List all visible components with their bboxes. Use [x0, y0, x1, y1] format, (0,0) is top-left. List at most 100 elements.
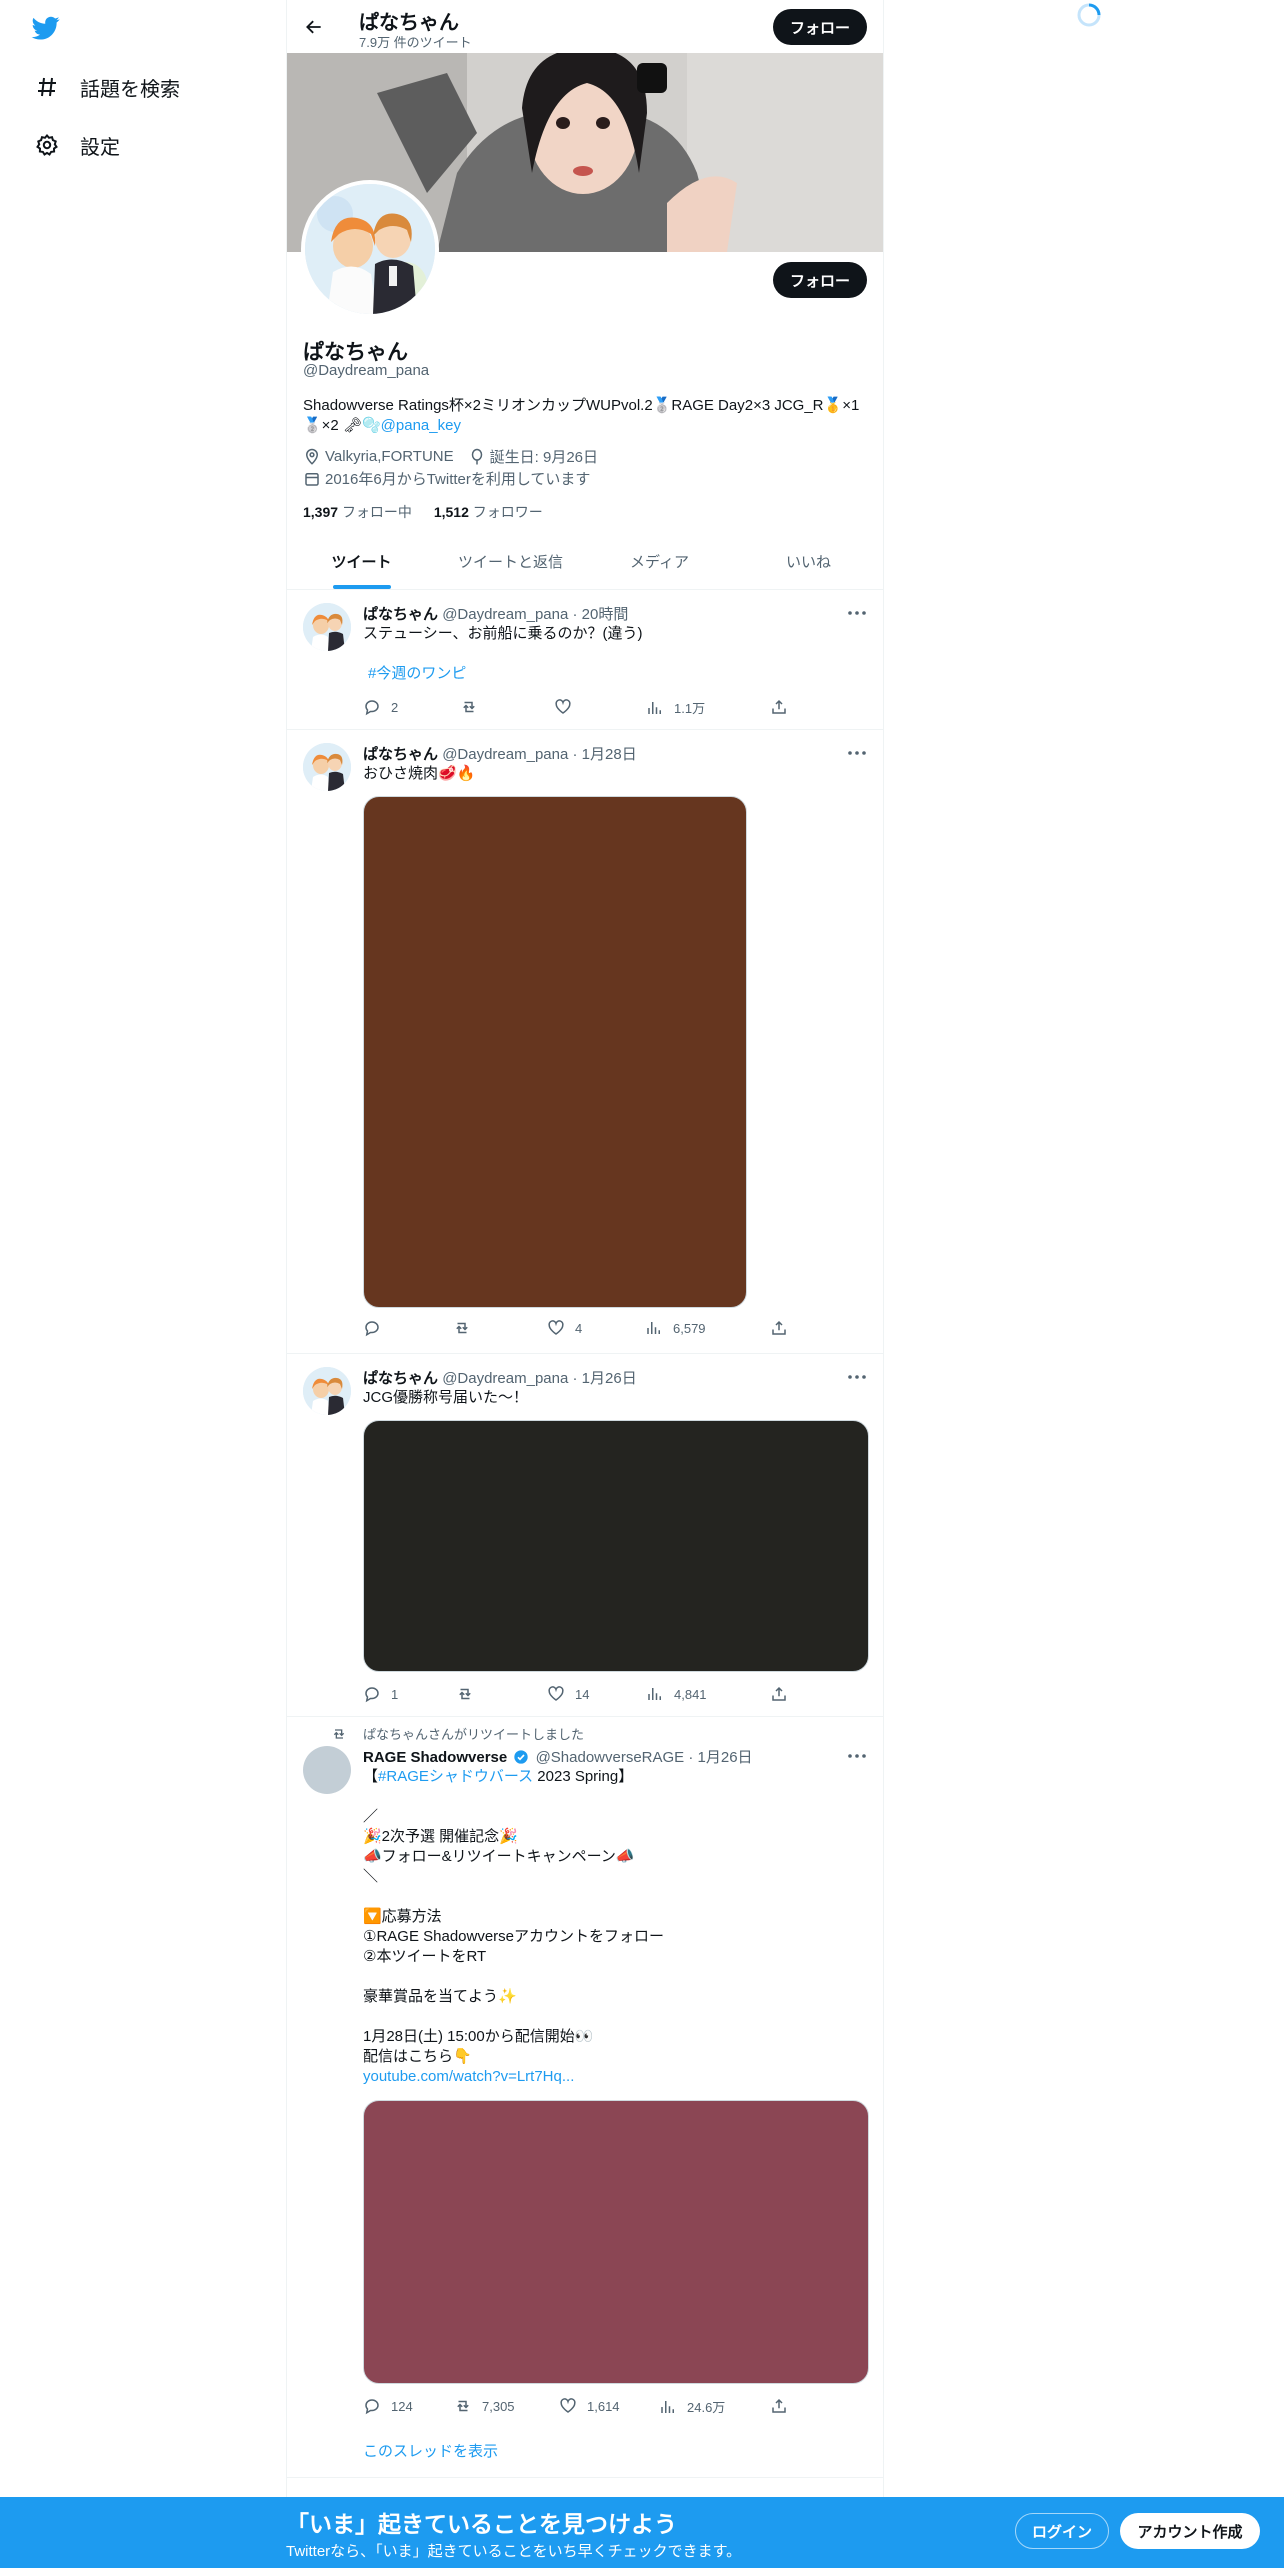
views-button[interactable]: 6,579	[645, 1319, 706, 1337]
tweet-author-name[interactable]: RAGE Shadowverse	[363, 1749, 507, 1766]
share-icon	[772, 1320, 786, 1335]
tweet-time[interactable]: 1月28日	[582, 746, 637, 763]
reply-button[interactable]: 124	[363, 2397, 413, 2415]
share-icon	[772, 1686, 786, 1701]
tweet-author-handle[interactable]: @Daydream_pana	[442, 606, 568, 623]
tweet-header: ぱなちゃん @Daydream_pana · 20時間	[363, 606, 629, 623]
tweet-author-handle[interactable]: @ShadowverseRAGE	[536, 1749, 685, 1766]
retweet-button[interactable]	[453, 1319, 481, 1337]
profile-bio: Shadowverse Ratings杯×2ミリオンカップWUPvol.2🥈RA…	[303, 396, 873, 436]
tweet-time[interactable]: 1月26日	[582, 1370, 637, 1387]
following-link[interactable]: 1,397 フォロー中	[303, 504, 412, 520]
more-icon[interactable]	[847, 603, 867, 623]
more-icon[interactable]	[847, 743, 867, 763]
reply-icon	[365, 1687, 379, 1703]
followers-count: 1,512	[433, 504, 469, 520]
more-icon[interactable]	[847, 1746, 867, 1766]
left-navigation: 話題を検索 設定	[0, 0, 286, 2568]
tweet-image[interactable]	[363, 796, 747, 1308]
like-button[interactable]: 1,614	[559, 2397, 620, 2415]
reply-button[interactable]	[363, 1319, 391, 1337]
tweet-actions: 124 7,305 1,614 24.6万	[363, 2397, 786, 2417]
profile-birthday-text: 誕生日: 9月26日	[489, 449, 599, 466]
retweet-button[interactable]	[456, 1685, 484, 1703]
views-button[interactable]: 4,841	[646, 1685, 707, 1703]
bio-mention-link[interactable]: @pana_key	[381, 417, 461, 434]
views-icon	[648, 701, 661, 714]
signup-button[interactable]: アカウント作成	[1120, 2513, 1260, 2549]
retweet-context: ぱなちゃんさんがリツイートしました	[333, 1724, 584, 1743]
profile-joined: 2016年6月からTwitterを利用しています	[303, 468, 590, 489]
tweet-avatar[interactable]	[303, 743, 351, 791]
tweet[interactable]: ぱなちゃんさんがリツイートしました RAGE Shadowverse @Shad…	[287, 1718, 883, 2478]
following-label: フォロー中	[341, 504, 412, 520]
profile-follow-button[interactable]: フォロー	[773, 262, 867, 298]
bio-line-1: Shadowverse Ratings杯×2ミリオンカップWUPvol.2🥈RA…	[303, 397, 860, 414]
views-icon	[661, 2400, 674, 2413]
nav-explore[interactable]: 話題を検索	[34, 67, 180, 107]
show-thread-link[interactable]: このスレッドを表示	[363, 2442, 863, 2462]
profile-location: Valkyria,FORTUNE	[303, 448, 454, 466]
tab-likes[interactable]: いいね	[734, 534, 883, 589]
tab-media[interactable]: メディア	[585, 534, 734, 589]
share-button[interactable]	[770, 698, 798, 716]
retweet-context-text[interactable]: ぱなちゃんさんがリツイートしました	[363, 1724, 584, 1743]
like-button[interactable]: 14	[547, 1685, 589, 1703]
retweet-icon	[333, 1728, 345, 1739]
tweet-avatar[interactable]	[303, 603, 351, 651]
tweet-text: ステューシー、お前船に乗るのか？(違う)	[363, 625, 643, 642]
tab-tweets[interactable]: ツイート	[287, 534, 436, 589]
tweet-author-name[interactable]: ぱなちゃん	[363, 746, 438, 763]
tweet-time[interactable]: 20時間	[582, 606, 629, 623]
tweet-actions: 2 1.1万	[363, 698, 786, 718]
following-count: 1,397	[303, 504, 339, 520]
tweet-avatar[interactable]	[303, 1746, 351, 1794]
views-button[interactable]: 24.6万	[659, 2397, 725, 2416]
tweet[interactable]: ぱなちゃん @Daydream_pana · 20時間 ステューシー、お前船に乗…	[287, 591, 883, 730]
share-button[interactable]	[770, 1685, 798, 1703]
tweet-author-handle[interactable]: @Daydream_pana	[442, 1370, 568, 1387]
share-button[interactable]	[770, 2397, 798, 2415]
tweet-author-name[interactable]: ぱなちゃん	[363, 1370, 438, 1387]
tweet-author-name[interactable]: ぱなちゃん	[363, 606, 438, 623]
tweet[interactable]: ぱなちゃん @Daydream_pana · 1月26日 JCG優勝称号届いた〜…	[287, 1355, 883, 1717]
tweet-header: ぱなちゃん @Daydream_pana · 1月28日	[363, 746, 637, 763]
tweet-hashtag-link[interactable]: #今週のワンピ	[368, 664, 868, 684]
header-name: ぱなちゃん	[359, 12, 459, 34]
header-tweet-count: 7.9万 件のツイート	[359, 35, 472, 50]
back-arrow-icon[interactable]	[299, 12, 329, 42]
views-button[interactable]: 1.1万	[646, 698, 705, 717]
reply-button[interactable]: 1	[363, 1685, 398, 1703]
tweet-avatar[interactable]	[303, 1367, 351, 1415]
tweet-time[interactable]: 1月26日	[698, 1749, 753, 1766]
retweet-button[interactable]: 7,305	[454, 2397, 515, 2415]
nav-settings[interactable]: 設定	[34, 125, 120, 165]
heart-icon	[560, 2398, 576, 2413]
tweet-header: RAGE Shadowverse @ShadowverseRAGE · 1月26…	[363, 1749, 753, 1766]
calendar-icon	[305, 472, 319, 486]
retweet-button[interactable]	[460, 698, 488, 716]
loading-spinner-icon	[1076, 2, 1102, 28]
tweet-header: ぱなちゃん @Daydream_pana · 1月26日	[363, 1370, 637, 1387]
followers-link[interactable]: 1,512 フォロワー	[434, 504, 543, 520]
header-follow-button[interactable]: フォロー	[773, 9, 867, 45]
tab-tweets-and-replies[interactable]: ツイートと返信	[436, 534, 585, 589]
more-icon[interactable]	[847, 1367, 867, 1387]
reply-button[interactable]: 2	[363, 698, 398, 716]
tweet-image[interactable]	[363, 1420, 869, 1672]
tweet-author-handle[interactable]: @Daydream_pana	[442, 746, 568, 763]
profile-joined-text: 2016年6月からTwitterを利用しています	[325, 471, 591, 488]
tweet-url-link[interactable]: youtube.com/watch?v=Lrt7Hq...	[363, 2067, 863, 2087]
twitter-logo-icon[interactable]	[30, 14, 66, 44]
tweet[interactable]: ぱなちゃん @Daydream_pana · 1月28日 おひさ焼肉🥩🔥 4 6…	[287, 731, 883, 1354]
like-button[interactable]: 4	[547, 1319, 582, 1337]
heart-icon	[555, 699, 571, 714]
tweet-image[interactable]	[363, 2100, 869, 2384]
tweet-hashtag-link[interactable]: #RAGEシャドウバース	[378, 1768, 533, 1785]
profile-handle: @Daydream_pana	[303, 362, 430, 379]
profile-tabs: ツイート ツイートと返信 メディア いいね	[287, 534, 883, 590]
like-button[interactable]	[554, 698, 582, 716]
share-button[interactable]	[770, 1319, 798, 1337]
profile-avatar[interactable]	[301, 180, 439, 318]
login-button[interactable]: ログイン	[1015, 2513, 1109, 2549]
